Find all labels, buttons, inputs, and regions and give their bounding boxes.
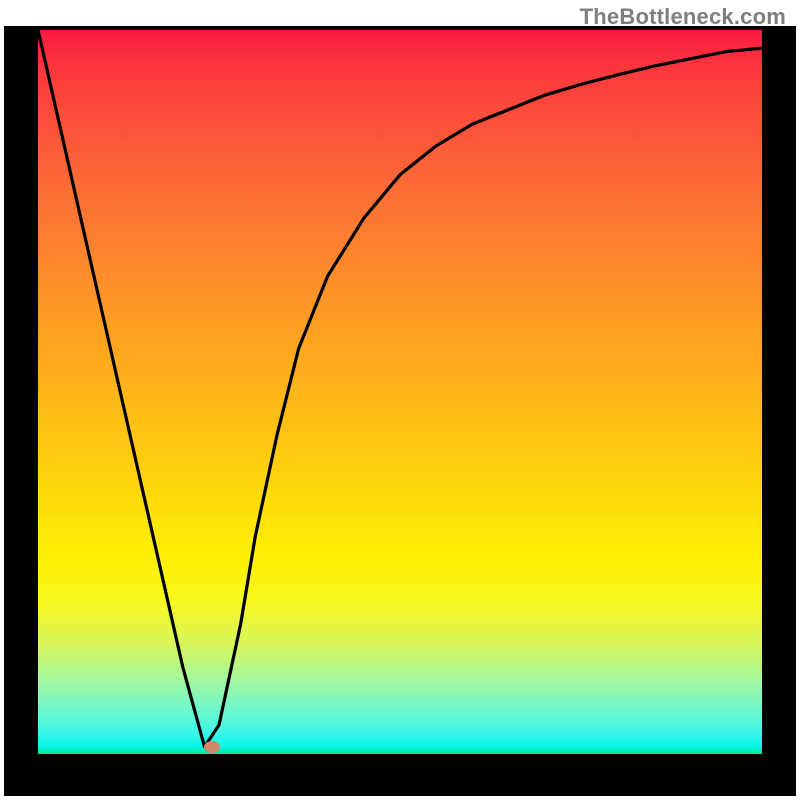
chart-container: TheBottleneck.com — [0, 0, 800, 800]
optimum-marker — [204, 741, 220, 753]
plot-area — [38, 30, 762, 754]
curve-svg — [38, 30, 762, 754]
plot-frame — [4, 26, 796, 796]
curve-path — [38, 30, 762, 747]
